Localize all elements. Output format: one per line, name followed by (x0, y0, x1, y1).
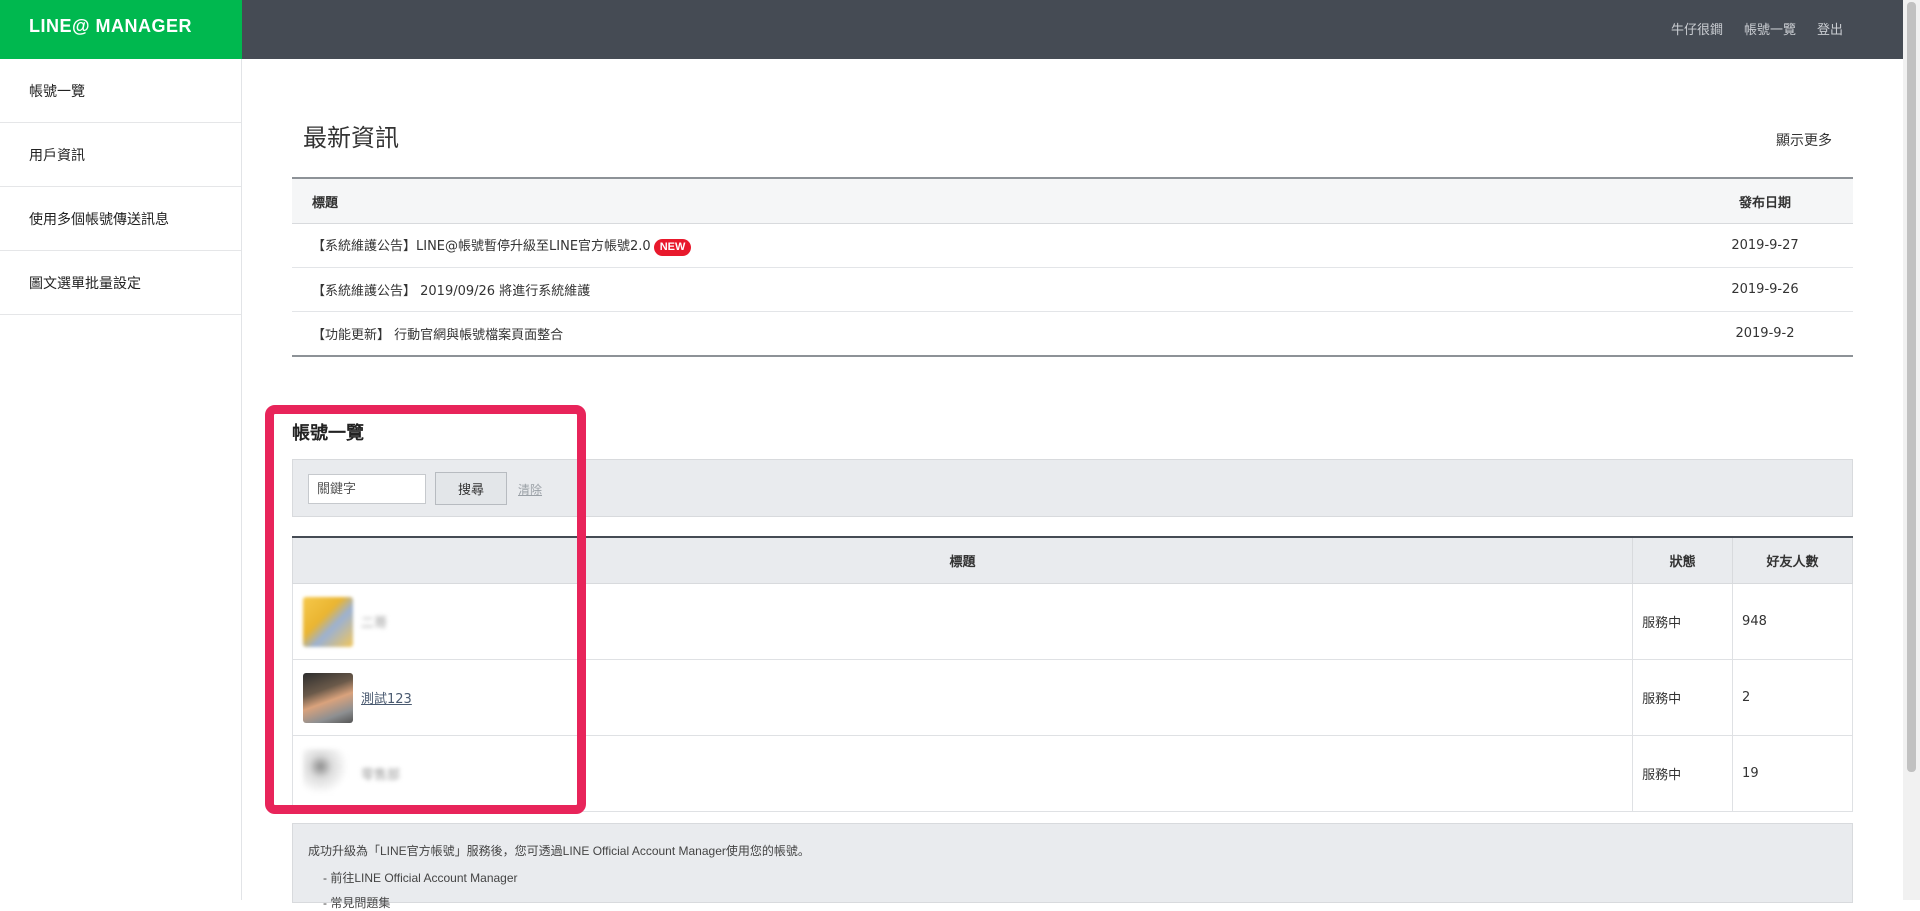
clear-link[interactable]: 清除 (518, 481, 542, 498)
sidebar-item-user-info[interactable]: 用戶資訊 (0, 123, 241, 187)
news-header-title: 標題 (292, 178, 1678, 224)
account-status: 服務中 (1632, 583, 1734, 660)
account-header-row: 標題 狀態 好友人數 (291, 537, 1853, 584)
avatar[interactable] (303, 672, 353, 723)
account-name-link[interactable]: 測試123 (361, 688, 412, 707)
account-header-title: 標題 (291, 537, 1634, 584)
avatar[interactable] (303, 748, 353, 799)
accounts-link[interactable]: 帳號一覽 (1744, 19, 1796, 38)
keyword-input[interactable] (308, 474, 426, 504)
news-table: 標題 發布日期 【系統維護公告】LINE@帳號暫停升級至LINE官方帳號2.0 N… (292, 177, 1853, 357)
account-list-title: 帳號一覽 (292, 423, 364, 444)
user-name-link[interactable]: 牛仔很鐧 (1671, 19, 1723, 38)
account-friend-count: 948 (1732, 583, 1853, 660)
oa-manager-link[interactable]: - 前往LINE Official Account Manager (323, 869, 518, 886)
news-title-text[interactable]: 【系統維護公告】LINE@帳號暫停升級至LINE官方帳號2.0 (312, 239, 651, 254)
news-row-title[interactable]: 【系統維護公告】LINE@帳號暫停升級至LINE官方帳號2.0 NEW (292, 223, 1678, 268)
sidebar-item-rich-menu-batch[interactable]: 圖文選單批量設定 (0, 251, 241, 315)
account-title-cell[interactable]: 測試123 (291, 659, 1634, 736)
account-entry[interactable]: 測試123 (303, 672, 1631, 723)
account-table: 標題 狀態 好友人數 二哥 服務中 948 測試123 服務中 2 零售部 服務… (291, 536, 1853, 812)
news-row-date: 2019-9-26 (1678, 267, 1853, 312)
table-row[interactable]: 測試123 服務中 2 (291, 659, 1853, 736)
sidebar-item-account-list[interactable]: 帳號一覽 (0, 59, 241, 123)
account-title-cell[interactable]: 零售部 (291, 735, 1634, 812)
sidebar-item-label: 用戶資訊 (29, 147, 85, 164)
account-status: 服務中 (1632, 735, 1734, 812)
table-row[interactable]: 二哥 服務中 948 (291, 583, 1853, 660)
news-row-title[interactable]: 【系統維護公告】 2019/09/26 將進行系統維護 (292, 267, 1678, 312)
news-title-text[interactable]: 【功能更新】 行動官網與帳號檔案頁面整合 (312, 328, 563, 343)
news-title: 最新資訊 (303, 124, 399, 152)
upgrade-info-text: 成功升級為「LINE官方帳號」服務後，您可透過LINE Official Acc… (308, 844, 810, 858)
account-entry[interactable]: 零售部 (303, 748, 1631, 799)
account-header-status: 狀態 (1632, 537, 1734, 584)
search-button[interactable]: 搜尋 (435, 472, 507, 505)
news-row[interactable]: 【系統維護公告】LINE@帳號暫停升級至LINE官方帳號2.0 NEW 2019-… (292, 223, 1853, 268)
account-friend-count: 19 (1732, 735, 1853, 812)
search-panel: 搜尋 清除 (292, 459, 1853, 517)
account-friend-count: 2 (1732, 659, 1853, 736)
account-title-cell[interactable]: 二哥 (291, 583, 1634, 660)
main-content: 最新資訊 顯示更多 標題 發布日期 【系統維護公告】LINE@帳號暫停升級至LI… (242, 59, 1903, 910)
account-name-link[interactable]: 二哥 (361, 612, 387, 631)
app-root: LINE@ MANAGER 牛仔很鐧 帳號一覽 登出 帳號一覽 用戶資訊 使用多… (0, 0, 1920, 910)
upgrade-info-box: 成功升級為「LINE官方帳號」服務後，您可透過LINE Official Acc… (292, 823, 1853, 910)
faq-link[interactable]: - 常見問題集 (323, 894, 390, 911)
avatar[interactable] (303, 596, 353, 647)
account-entry[interactable]: 二哥 (303, 596, 1631, 647)
news-row-date: 2019-9-27 (1678, 223, 1853, 268)
news-header-row: 標題 發布日期 (292, 178, 1853, 224)
sidebar-item-label: 圖文選單批量設定 (29, 275, 141, 292)
news-row-date: 2019-9-2 (1735, 326, 1795, 341)
page-scrollbar[interactable] (1903, 0, 1920, 900)
table-row[interactable]: 零售部 服務中 19 (291, 735, 1853, 812)
logout-link[interactable]: 登出 (1817, 19, 1843, 38)
scrollbar-thumb[interactable] (1907, 2, 1916, 772)
news-row[interactable]: 【系統維護公告】 2019/09/26 將進行系統維護 2019-9-26 (292, 267, 1853, 312)
show-more-link[interactable]: 顯示更多 (1776, 130, 1832, 150)
news-row[interactable]: 【功能更新】 行動官網與帳號檔案頁面整合 2019-9-2 (292, 312, 1853, 357)
account-status: 服務中 (1632, 659, 1734, 736)
sidebar: 帳號一覽 用戶資訊 使用多個帳號傳送訊息 圖文選單批量設定 (0, 59, 242, 900)
sidebar-item-multi-account-message[interactable]: 使用多個帳號傳送訊息 (0, 187, 241, 251)
account-header-friends: 好友人數 (1732, 537, 1853, 584)
top-nav: 牛仔很鐧 帳號一覽 登出 (1671, 0, 1843, 56)
news-header-date: 發布日期 (1678, 178, 1853, 224)
sidebar-item-label: 帳號一覽 (29, 83, 85, 100)
top-bar: LINE@ MANAGER 牛仔很鐧 帳號一覽 登出 (0, 0, 1903, 59)
brand-logo[interactable]: LINE@ MANAGER (0, 0, 242, 59)
sidebar-item-label: 使用多個帳號傳送訊息 (29, 211, 169, 228)
new-badge: NEW (653, 239, 692, 256)
news-row-title[interactable]: 【功能更新】 行動官網與帳號檔案頁面整合 (292, 312, 1678, 357)
account-name-link[interactable]: 零售部 (361, 764, 400, 783)
news-title-text[interactable]: 【系統維護公告】 2019/09/26 將進行系統維護 (312, 284, 590, 299)
